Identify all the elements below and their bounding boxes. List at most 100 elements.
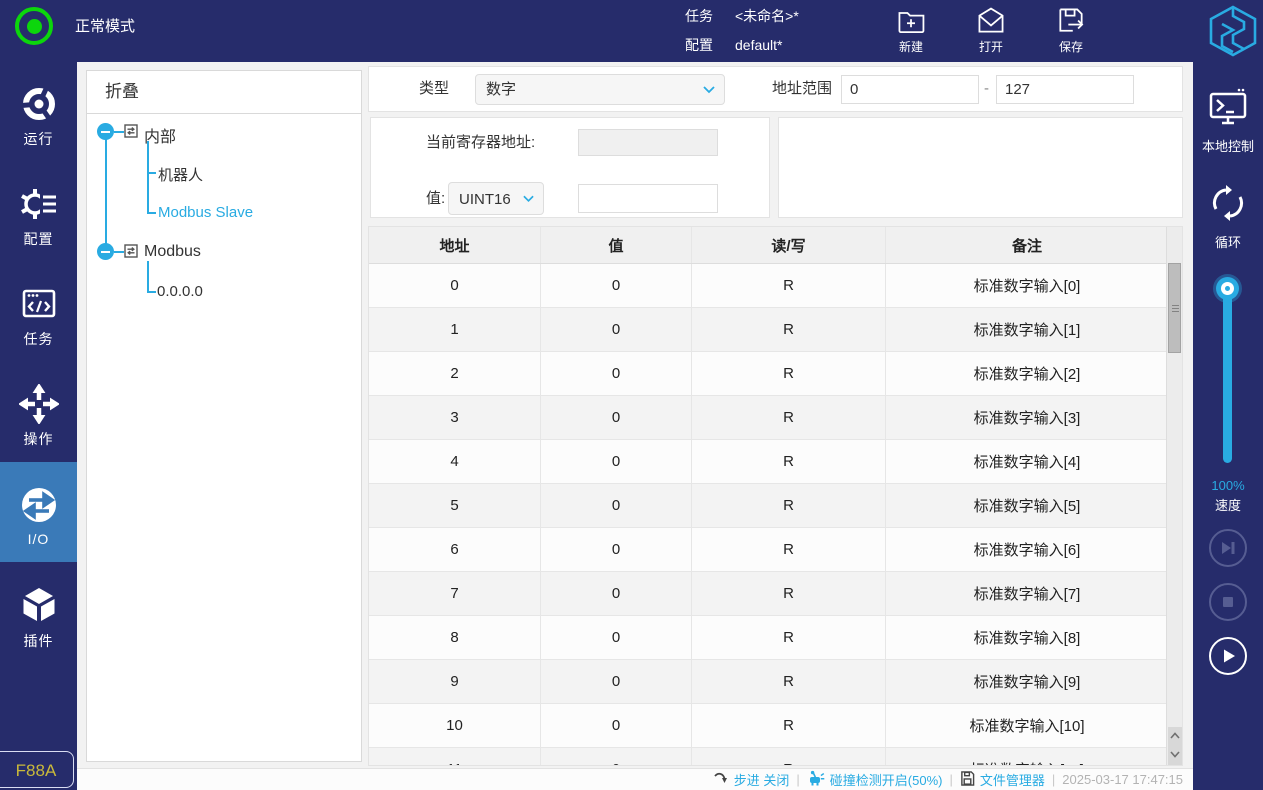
cell-value: 0 <box>541 484 692 527</box>
run-target-icon <box>0 84 77 124</box>
cell-address: 2 <box>369 352 541 395</box>
tree-node-modbus-slave[interactable]: Modbus Slave <box>158 204 253 221</box>
addr-range-label: 地址范围 <box>772 80 833 97</box>
speed-slider-track[interactable] <box>1223 288 1232 463</box>
task-name: <未命名>* <box>735 8 799 24</box>
table-row[interactable]: 2 0 R 标准数字输入[2] <box>369 352 1168 396</box>
cell-address: 0 <box>369 264 541 307</box>
tree-node-ip[interactable]: 0.0.0.0 <box>157 283 203 300</box>
local-control-terminal-icon <box>1193 86 1263 130</box>
tree-collapse-toggle-internal[interactable] <box>97 123 114 140</box>
table-row[interactable]: 8 0 R 标准数字输入[8] <box>369 616 1168 660</box>
config-name: default* <box>735 37 783 53</box>
cell-value: 0 <box>541 616 692 659</box>
local-control-button[interactable]: 本地控制 <box>1193 86 1263 155</box>
cell-value: 0 <box>541 352 692 395</box>
cell-rw: R <box>692 528 886 571</box>
sidebar-item-operate[interactable]: 操作 <box>0 362 77 462</box>
loop-button[interactable]: 循环 <box>1193 180 1263 251</box>
table-row[interactable]: 0 0 R 标准数字输入[0] <box>369 264 1168 308</box>
io-arrows-icon <box>0 484 77 526</box>
task-label: 任务 <box>685 8 713 24</box>
table-row[interactable]: 1 0 R 标准数字输入[1] <box>369 308 1168 352</box>
table-row[interactable]: 9 0 R 标准数字输入[9] <box>369 660 1168 704</box>
register-edit-box: 当前寄存器地址: 值: UINT16 <box>370 117 770 218</box>
cell-remark: 标准数字输入[10] <box>969 718 1085 735</box>
open-task-button[interactable]: 打开 <box>959 5 1023 59</box>
cell-remark: 标准数字输入[2] <box>973 366 1081 383</box>
cell-address: 8 <box>369 616 541 659</box>
cell-address: 9 <box>369 660 541 703</box>
range-dash: - <box>984 80 989 97</box>
addr-range-high-input[interactable] <box>996 75 1134 104</box>
step-next-button[interactable] <box>1209 529 1247 567</box>
new-task-button[interactable]: 新建 <box>879 5 943 59</box>
cell-address: 4 <box>369 440 541 483</box>
addr-range-low-input[interactable] <box>841 75 979 104</box>
sidebar-item-io[interactable]: I/O <box>0 462 77 562</box>
tree-collapse-header[interactable]: 折叠 <box>87 71 361 114</box>
type-select[interactable]: 数字 <box>475 74 725 105</box>
task-code-window-icon <box>0 284 77 324</box>
scrollbar-thumb[interactable] <box>1168 263 1181 353</box>
table-header-row: 地址 值 读/写 备注 <box>369 227 1168 264</box>
table-row[interactable]: 10 0 R 标准数字输入[10] <box>369 704 1168 748</box>
cell-value: 0 <box>541 660 692 703</box>
table-row[interactable]: 3 0 R 标准数字输入[3] <box>369 396 1168 440</box>
value-type-select[interactable]: UINT16 <box>448 182 544 215</box>
cell-rw: R <box>692 616 886 659</box>
step-mode-status[interactable]: 步进 关闭 <box>713 770 789 789</box>
status-bar: 步进 关闭 | 碰撞检测开启(50%) | 文件管理器 | 2025-03-17 <box>77 768 1193 790</box>
cell-value: 0 <box>541 396 692 439</box>
play-icon <box>1211 646 1245 666</box>
mode-label: 正常模式 <box>75 18 136 35</box>
speed-slider-handle[interactable] <box>1216 277 1239 300</box>
file-manager-button[interactable]: 文件管理器 <box>960 770 1045 789</box>
value-input[interactable] <box>578 184 718 213</box>
table-row[interactable]: 11 0 R 标准数字输入[11] <box>369 748 1168 765</box>
col-header-address: 地址 <box>369 227 541 263</box>
right-sidebar: 本地控制 循环 100% 速度 <box>1193 62 1263 790</box>
scroll-down-button[interactable] <box>1168 746 1182 765</box>
table-row[interactable]: 7 0 R 标准数字输入[7] <box>369 572 1168 616</box>
cell-rw: R <box>692 264 886 307</box>
tree-node-internal[interactable]: 内部 <box>144 123 176 147</box>
open-envelope-icon <box>959 5 1023 37</box>
table-row[interactable]: 5 0 R 标准数字输入[5] <box>369 484 1168 528</box>
col-header-rw: 读/写 <box>692 227 886 263</box>
sidebar-item-task[interactable]: 任务 <box>0 262 77 362</box>
chevron-up-icon <box>1168 732 1182 739</box>
collision-robot-icon <box>807 770 825 789</box>
clock-timestamp: 2025-03-17 17:47:15 <box>1062 772 1183 787</box>
tree-node-modbus[interactable]: Modbus <box>144 243 201 261</box>
sidebar-item-run[interactable]: 运行 <box>0 62 77 162</box>
scroll-up-button[interactable] <box>1168 727 1182 746</box>
tree-connector <box>114 251 124 253</box>
cell-value: 0 <box>541 308 692 351</box>
stop-button[interactable] <box>1209 583 1247 621</box>
play-button[interactable] <box>1209 637 1247 675</box>
cell-value: 0 <box>541 440 692 483</box>
config-gear-icon <box>0 184 77 224</box>
sidebar-item-plugin[interactable]: 插件 <box>0 562 77 662</box>
tree-node-robot[interactable]: 机器人 <box>158 164 203 185</box>
cell-rw: R <box>692 484 886 527</box>
tree-connector <box>147 291 156 293</box>
cell-value: 0 <box>541 264 692 307</box>
step-next-icon <box>1211 538 1245 558</box>
sidebar-item-config[interactable]: 配置 <box>0 162 77 262</box>
cell-address: 3 <box>369 396 541 439</box>
left-sidebar: 运行 配置 任务 操作 I/O 插件 <box>0 62 77 790</box>
cell-rw: R <box>692 352 886 395</box>
config-label: 配置 <box>685 37 713 53</box>
table-row[interactable]: 6 0 R 标准数字输入[6] <box>369 528 1168 572</box>
table-scrollbar[interactable] <box>1166 227 1182 765</box>
robot-serial-badge[interactable]: F88A <box>0 751 74 788</box>
tree-connector <box>147 141 149 213</box>
tree-collapse-toggle-modbus[interactable] <box>97 243 114 260</box>
device-tree-panel: 折叠 内部 机器人 Modbus Slave Modbus 0.0.0.0 <box>86 70 362 762</box>
table-row[interactable]: 4 0 R 标准数字输入[4] <box>369 440 1168 484</box>
collision-detect-status[interactable]: 碰撞检测开启(50%) <box>807 770 942 789</box>
save-task-button[interactable]: 保存 <box>1039 5 1103 59</box>
cell-remark: 标准数字输入[4] <box>973 454 1081 471</box>
